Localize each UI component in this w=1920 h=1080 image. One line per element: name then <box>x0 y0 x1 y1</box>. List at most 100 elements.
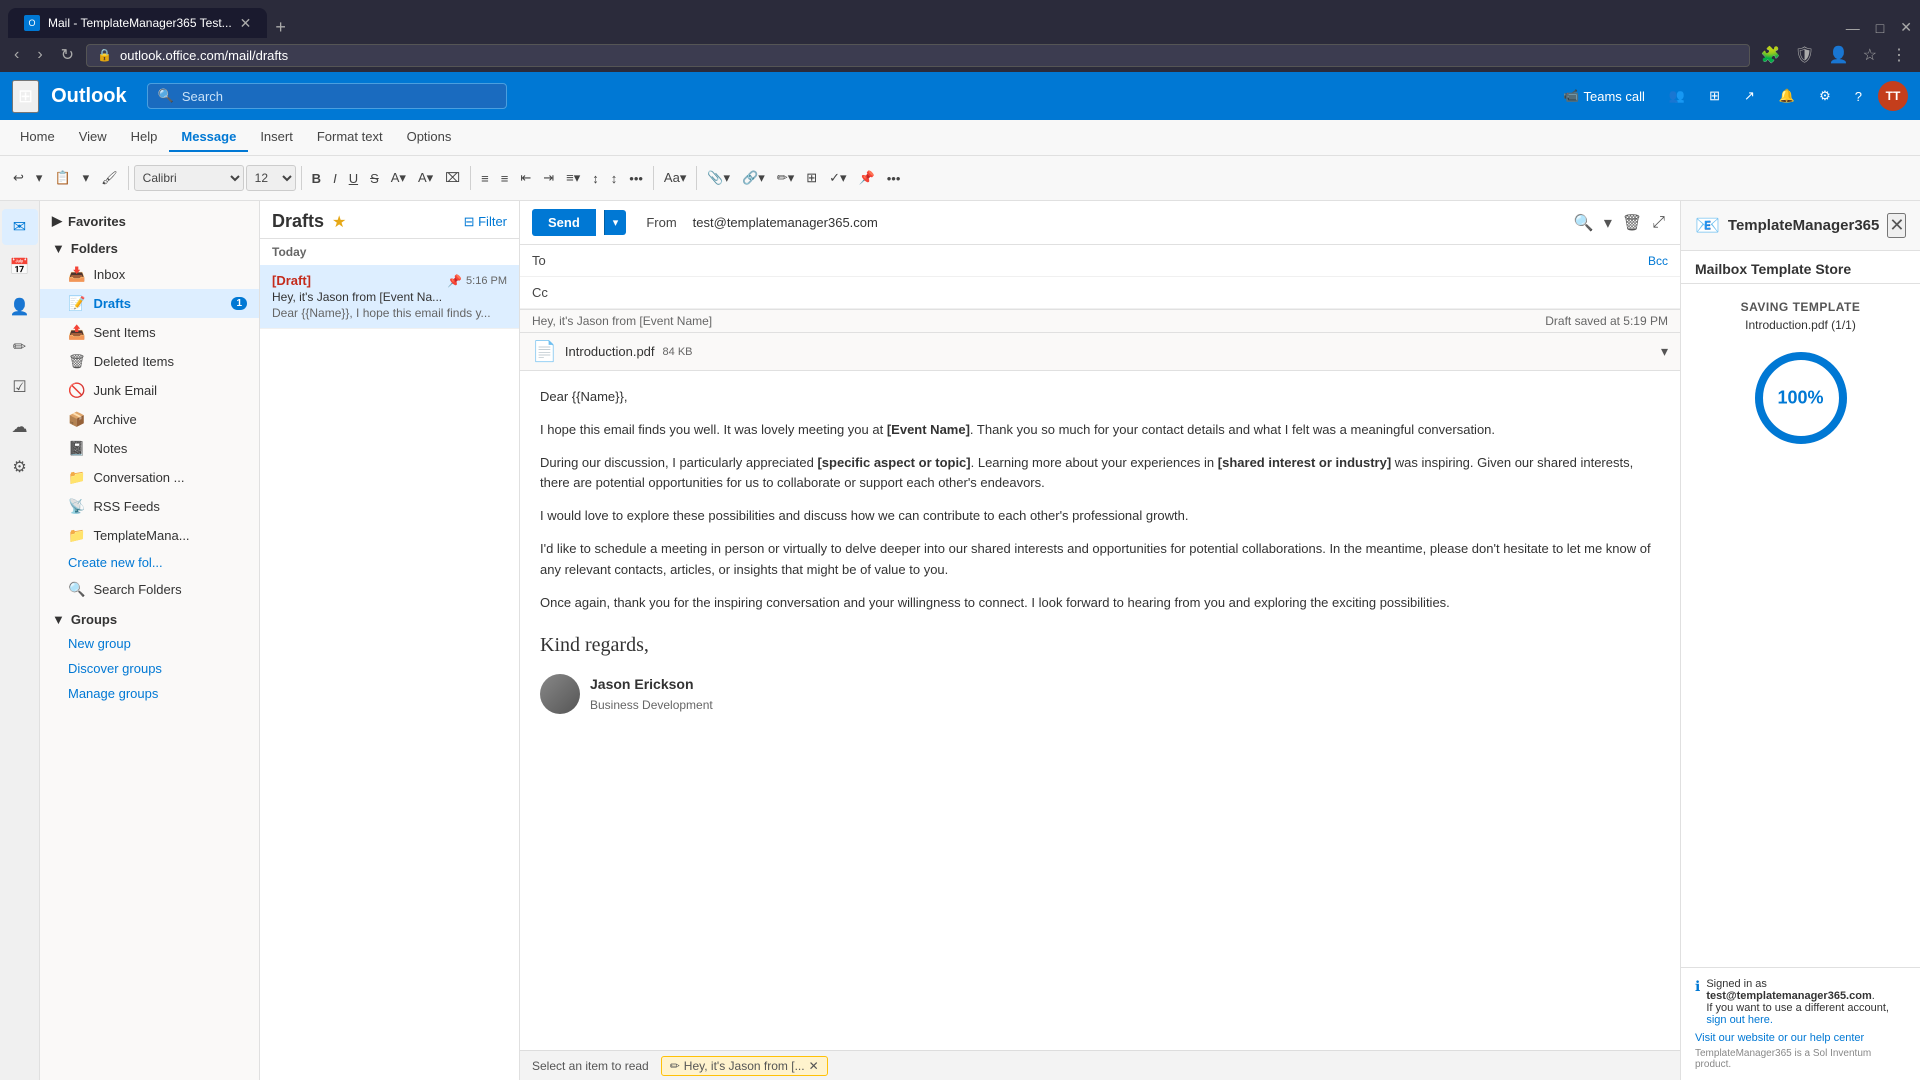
nav-item-deleted[interactable]: 🗑 Deleted Items <box>40 347 259 376</box>
website-link[interactable]: Visit our website or our help center <box>1695 1032 1906 1044</box>
tab-format-text[interactable]: Format text <box>305 123 395 152</box>
share-btn[interactable]: ↗ <box>1736 84 1763 108</box>
window-minimize-btn[interactable]: — <box>1838 18 1868 38</box>
undo-dropdown-btn[interactable]: ▾ <box>31 167 48 189</box>
tab-message[interactable]: Message <box>169 123 248 152</box>
sidebar-todo-btn[interactable]: ☑ <box>2 369 38 405</box>
shield-btn[interactable]: 🛡 <box>1789 43 1819 67</box>
filter-btn[interactable]: ⊟ Filter <box>464 214 507 230</box>
nav-item-rss[interactable]: 📡 RSS Feeds <box>40 492 259 521</box>
avatar[interactable]: TT <box>1878 81 1908 111</box>
sidebar-cloud-btn[interactable]: ☁ <box>2 409 38 445</box>
delete-compose-btn[interactable]: 🗑 <box>1619 210 1645 236</box>
sidebar-calendar-btn[interactable]: 📅 <box>2 249 38 285</box>
tab-insert[interactable]: Insert <box>248 123 305 152</box>
window-maximize-btn[interactable]: □ <box>1868 18 1892 38</box>
para-spacing-btn[interactable]: ↕ <box>606 168 623 189</box>
help-btn[interactable]: ? <box>1847 85 1870 108</box>
nav-item-search-folders[interactable]: 🔍 Search Folders <box>40 575 259 604</box>
tab-options[interactable]: Options <box>395 123 464 152</box>
back-btn[interactable]: ‹ <box>8 44 25 66</box>
search-box[interactable]: 🔍 <box>147 83 507 109</box>
more-btn[interactable]: ••• <box>624 168 648 189</box>
zoom-dropdown-btn[interactable]: ▾ <box>1601 210 1615 236</box>
link-btn[interactable]: 🔗▾ <box>737 167 770 189</box>
email-body[interactable]: Dear {{Name}}, I hope this email finds y… <box>520 371 1680 1050</box>
settings-btn[interactable]: ⋮ <box>1886 43 1912 67</box>
font-family-select[interactable]: Calibri <box>134 165 244 191</box>
spell-btn[interactable]: ✓▾ <box>824 167 851 189</box>
groups-header[interactable]: ▼ Groups <box>40 608 259 631</box>
clipboard-dropdown-btn[interactable]: ▾ <box>78 167 95 189</box>
highlight-btn[interactable]: A▾ <box>386 167 411 189</box>
nav-item-junk[interactable]: 🚫 Junk Email <box>40 376 259 405</box>
nav-item-inbox[interactable]: 📥 Inbox <box>40 260 259 289</box>
numbering-btn[interactable]: ≡ <box>496 168 514 189</box>
line-spacing-btn[interactable]: ↕ <box>587 168 604 189</box>
search-input[interactable] <box>182 89 496 104</box>
sidebar-people-btn[interactable]: 👤 <box>2 289 38 325</box>
nav-item-sent[interactable]: 📤 Sent Items <box>40 318 259 347</box>
nav-item-archive[interactable]: 📦 Archive <box>40 405 259 434</box>
email-item[interactable]: [Draft] 📌 5:16 PM Hey, it's Jason from [… <box>260 265 519 329</box>
pin-btn[interactable]: 📌 <box>854 167 880 189</box>
manage-groups-link[interactable]: Manage groups <box>40 681 259 706</box>
active-tab[interactable]: O Mail - TemplateManager365 Test... ✕ <box>8 8 267 38</box>
forward-btn[interactable]: › <box>31 44 48 66</box>
cc-input[interactable] <box>564 285 1668 300</box>
nav-item-notes[interactable]: 📓 Notes <box>40 434 259 463</box>
create-folder-link[interactable]: Create new fol... <box>40 550 259 575</box>
bottom-draft[interactable]: ✏ Hey, it's Jason from [... ✕ <box>661 1056 828 1076</box>
sign-out-link[interactable]: sign out here. <box>1706 1014 1773 1026</box>
undo-btn[interactable]: ↩ <box>8 167 29 189</box>
new-group-link[interactable]: New group <box>40 631 259 656</box>
people-icon-btn[interactable]: 👥 <box>1661 84 1693 108</box>
increase-indent-btn[interactable]: ⇥ <box>538 167 559 189</box>
new-tab-btn[interactable]: + <box>267 17 294 38</box>
styles-btn[interactable]: Aa▾ <box>659 167 691 189</box>
template-close-btn[interactable]: ✕ <box>1887 213 1906 238</box>
highlight2-btn[interactable]: ✏▾ <box>772 167 799 189</box>
nav-item-conversation[interactable]: 📁 Conversation ... <box>40 463 259 492</box>
clipboard-btn[interactable]: 📋 <box>49 167 75 189</box>
folders-header[interactable]: ▼ Folders <box>40 237 259 260</box>
more2-btn[interactable]: ••• <box>882 168 906 189</box>
strikethrough-btn[interactable]: S <box>365 168 384 189</box>
tab-help[interactable]: Help <box>119 123 170 152</box>
send-btn[interactable]: Send <box>532 209 596 236</box>
tab-view[interactable]: View <box>67 123 119 152</box>
expand-compose-btn[interactable]: ⤢ <box>1649 210 1668 236</box>
extensions-btn[interactable]: 🧩 <box>1756 43 1786 67</box>
decrease-indent-btn[interactable]: ⇤ <box>515 167 536 189</box>
draft-close-btn[interactable]: ✕ <box>809 1059 819 1073</box>
grid-view-btn[interactable]: ⊞ <box>1701 84 1728 108</box>
tab-close-btn[interactable]: ✕ <box>240 15 252 32</box>
notifications-btn[interactable]: 🔔 <box>1771 84 1803 108</box>
italic-btn[interactable]: I <box>328 168 342 189</box>
favorites-header[interactable]: ▶ Favorites <box>40 209 259 233</box>
sidebar-apps-btn[interactable]: ⚙ <box>2 449 38 485</box>
nav-item-template[interactable]: 📁 TemplateMana... <box>40 521 259 550</box>
font-size-select[interactable]: 12 <box>246 165 296 191</box>
attach-btn[interactable]: 📎▾ <box>702 167 735 189</box>
nav-item-drafts[interactable]: 📝 Drafts 1 <box>40 289 259 318</box>
bookmark-btn[interactable]: ☆ <box>1858 43 1882 67</box>
teams-call-btn[interactable]: 📹 Teams call <box>1555 84 1653 108</box>
sidebar-mail-btn[interactable]: ✉ <box>2 209 38 245</box>
send-dropdown-btn[interactable]: ▾ <box>604 210 627 235</box>
format-paint-btn[interactable]: 🖌 <box>96 167 123 189</box>
window-close-btn[interactable]: ✕ <box>1892 17 1920 38</box>
profile-btn[interactable]: 👤 <box>1824 43 1854 67</box>
bullets-btn[interactable]: ≡ <box>476 168 494 189</box>
tab-home[interactable]: Home <box>8 123 67 152</box>
bold-btn[interactable]: B <box>307 168 326 189</box>
table-btn[interactable]: ⊞ <box>801 167 822 189</box>
zoom-btn[interactable]: 🔍 <box>1571 210 1597 236</box>
sidebar-tasks-btn[interactable]: ✏ <box>2 329 38 365</box>
waffle-btn[interactable]: ⊞ <box>12 80 39 113</box>
bcc-link[interactable]: Bcc <box>1648 254 1668 268</box>
align-btn[interactable]: ≡▾ <box>561 167 585 189</box>
attachment-expand-icon[interactable]: ▾ <box>1661 343 1668 360</box>
to-input[interactable] <box>564 253 1640 268</box>
clear-format-btn[interactable]: ⌧ <box>440 167 465 189</box>
